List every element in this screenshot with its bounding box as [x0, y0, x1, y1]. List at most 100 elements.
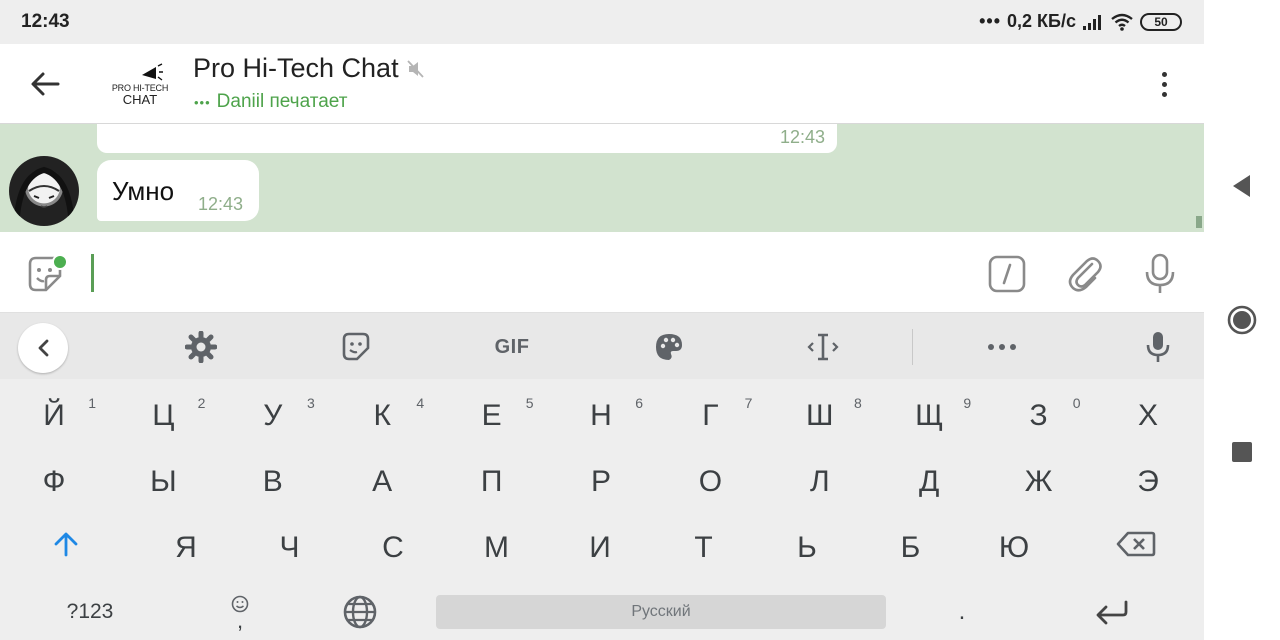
language-key[interactable] [310, 581, 410, 640]
key-letter[interactable]: Й1 [4, 385, 104, 447]
enter-key[interactable] [1062, 581, 1162, 640]
text-caret [91, 254, 94, 292]
key-letter[interactable]: А [332, 451, 432, 513]
keyboard-sticker-button[interactable] [338, 329, 374, 365]
key-letter[interactable]: М [447, 517, 547, 579]
voice-message-button[interactable] [1140, 252, 1180, 296]
triangle-back-icon [1233, 175, 1250, 197]
key-letter[interactable]: Р [551, 451, 651, 513]
key-letter[interactable]: З0 [989, 385, 1089, 447]
comma-emoji-key[interactable]: , [190, 581, 290, 640]
backspace-icon [1116, 531, 1156, 557]
more-menu-button[interactable] [1146, 64, 1182, 104]
typing-dots: ••• [194, 94, 211, 110]
key-letter[interactable]: В [223, 451, 323, 513]
scroll-indicator[interactable] [1196, 216, 1202, 228]
collapse-toolbar-button[interactable] [18, 323, 68, 373]
key-letter[interactable]: Г7 [660, 385, 760, 447]
key-letter[interactable]: Э [1098, 451, 1198, 513]
more-vertical-icon [1161, 71, 1167, 77]
more-vertical-dot [1161, 81, 1167, 87]
key-hint: 2 [197, 395, 206, 411]
sender-avatar[interactable] [9, 156, 79, 226]
key-hint: 9 [963, 395, 972, 411]
key-hint: 1 [88, 395, 96, 411]
key-letter[interactable]: Б [861, 517, 961, 579]
key-letter[interactable]: Д [879, 451, 979, 513]
nav-back-button[interactable] [1204, 156, 1280, 216]
key-letter[interactable]: К4 [332, 385, 432, 447]
key-label: Ш [806, 399, 834, 432]
key-letter[interactable]: Ш8 [770, 385, 870, 447]
chat-avatar-logo[interactable]: PRO HI-TECH CHAT [104, 56, 176, 112]
more-vertical-dot [1161, 91, 1167, 97]
anime-avatar-image [14, 166, 74, 217]
chat-title[interactable]: Pro Hi-Tech Chat [193, 53, 425, 84]
key-letter[interactable]: Я [136, 517, 236, 579]
key-label: Г [702, 399, 719, 432]
period-key[interactable]: . [912, 581, 1012, 640]
wifi-icon [1111, 13, 1133, 31]
logo-text-line2: CHAT [122, 92, 158, 107]
key-hint: 3 [307, 395, 315, 411]
key-letter[interactable]: Ь [757, 517, 857, 579]
gif-button[interactable]: GIF [490, 329, 534, 365]
key-hint: 5 [525, 395, 534, 411]
key-letter[interactable]: О [660, 451, 760, 513]
key-letter[interactable]: Ы [113, 451, 213, 513]
shift-arrow-icon [54, 532, 78, 557]
symbols-key[interactable]: ?123 [40, 581, 140, 640]
nav-home-button[interactable] [1204, 290, 1280, 350]
key-letter[interactable]: Х [1098, 385, 1198, 447]
key-letter[interactable]: Щ9 [879, 385, 979, 447]
message-time: 12:43 [198, 194, 244, 214]
key-letter[interactable]: Ч [240, 517, 340, 579]
keyboard-settings-button[interactable] [183, 329, 219, 365]
key-label: У [263, 399, 283, 432]
gif-label: GIF [494, 335, 530, 358]
key-letter[interactable]: И [550, 517, 650, 579]
key-letter[interactable]: Ц2 [113, 385, 213, 447]
key-letter[interactable]: С [343, 517, 443, 579]
backspace-key[interactable] [1086, 513, 1186, 575]
message-list[interactable]: 12:43 Умно 12:43 [0, 124, 1204, 232]
status-bar: 12:43 ••• 0,2 КБ/с 50 [0, 0, 1204, 44]
message-bubble[interactable]: 12:43 [97, 124, 837, 153]
chevron-left-icon [38, 339, 49, 357]
bot-commands-button[interactable] [987, 254, 1027, 294]
key-label: Щ [915, 399, 944, 432]
key-label: Х [1137, 399, 1158, 432]
network-speed: 0,2 КБ/с [1007, 11, 1076, 31]
status-icons: ••• 0,2 КБ/с 50 [979, 11, 1182, 32]
voice-typing-button[interactable] [1140, 329, 1176, 365]
key-letter[interactable]: Ж [989, 451, 1089, 513]
key-letter[interactable]: Т [654, 517, 754, 579]
gear-icon [185, 331, 217, 363]
comma-label: , [236, 608, 244, 633]
key-letter[interactable]: Ю [964, 517, 1064, 579]
nav-recents-button[interactable] [1204, 422, 1280, 482]
more-options-button[interactable] [984, 329, 1020, 365]
key-letter[interactable]: Ф [4, 451, 104, 513]
key-hint: 4 [416, 395, 425, 411]
back-button[interactable] [22, 64, 68, 104]
arrow-left-icon [31, 72, 60, 96]
battery-icon: 50 [1140, 12, 1182, 31]
slash-command-icon [988, 255, 1026, 293]
message-bubble[interactable]: Умно 12:43 [97, 160, 259, 221]
attach-button[interactable] [1064, 252, 1106, 294]
key-letter[interactable]: У3 [223, 385, 323, 447]
text-cursor-icon [807, 333, 839, 361]
key-label: З [1029, 399, 1048, 432]
key-hint: 6 [635, 395, 643, 411]
space-bar[interactable]: Русский [436, 595, 886, 629]
key-letter[interactable]: Л [770, 451, 870, 513]
theme-button[interactable] [651, 329, 687, 365]
text-editing-button[interactable] [805, 329, 841, 365]
key-letter[interactable]: Н6 [551, 385, 651, 447]
key-letter[interactable]: П [442, 451, 542, 513]
enter-icon [1096, 600, 1128, 625]
shift-key[interactable] [16, 513, 116, 575]
message-input[interactable] [100, 252, 960, 294]
key-letter[interactable]: Е5 [442, 385, 542, 447]
